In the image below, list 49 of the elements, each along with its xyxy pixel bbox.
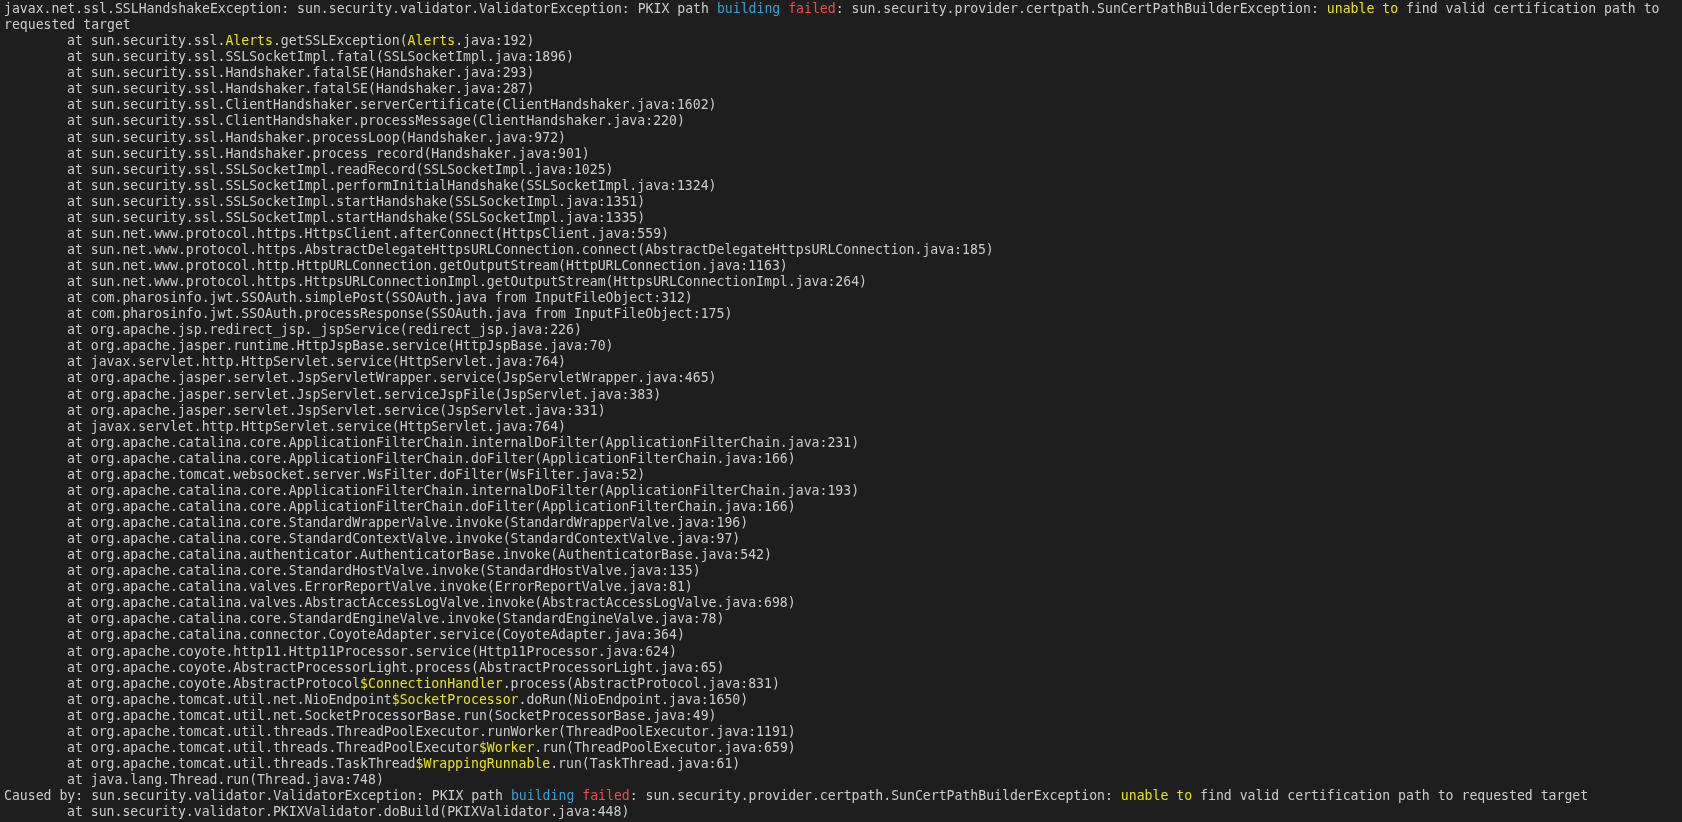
stack-trace-line: at org.apache.coyote.AbstractProtocol$ConnectionHandler.process(AbstractProtocol.java:831)	[67, 675, 780, 691]
stack-trace-line: at com.pharosinfo.jwt.SSOAuth.simplePost(SSOAuth.java from InputFileObject:312)	[67, 290, 693, 306]
stack-trace-line: at org.apache.catalina.core.StandardContextValve.invoke(StandardContextValve.java:97)	[67, 531, 741, 547]
stack-trace-line: at sun.security.ssl.SSLSocketImpl.readRecord(SSLSocketImpl.java:1025)	[67, 161, 614, 177]
stack-trace-line: at org.apache.jasper.servlet.JspServletWrapper.service(JspServletWrapper.java:465)	[67, 370, 717, 386]
stack-trace-line: at org.apache.catalina.core.StandardHostValve.invoke(StandardHostValve.java:135)	[67, 563, 701, 579]
stack-trace-line: at org.apache.catalina.valves.AbstractAccessLogValve.invoke(AbstractAccessLogValve.java:698)	[67, 595, 796, 611]
stack-trace-line: at org.apache.jasper.servlet.JspServlet.service(JspServlet.java:331)	[67, 402, 606, 418]
stack-trace-line: at org.apache.jsp.redirect_jsp._jspService(redirect_jsp.java:226)	[67, 322, 582, 338]
stack-trace-line: at sun.security.ssl.Handshaker.fatalSE(Handshaker.java:293)	[67, 65, 535, 81]
stack-trace-line: at java.lang.Thread.run(Thread.java:748)	[67, 772, 384, 787]
stack-trace-line: at org.apache.tomcat.util.threads.ThreadPoolExecutor$Worker.run(ThreadPoolExecutor.java:659)	[67, 739, 796, 755]
stack-trace-line: at sun.security.ssl.Handshaker.processLoop(Handshaker.java:972)	[67, 129, 566, 145]
stack-trace-line: at org.apache.tomcat.util.net.NioEndpoint$SocketProcessor.doRun(NioEndpoint.java:1650)	[67, 691, 749, 707]
stack-trace-line: at javax.servlet.http.HttpServlet.service(HttpServlet.java:764)	[67, 354, 566, 370]
stack-trace-line: at org.apache.catalina.core.StandardEngineValve.invoke(StandardEngineValve.java:78)	[67, 611, 725, 627]
stack-trace-line: at sun.net.www.protocol.https.HttpsURLConnectionImpl.getOutputStream(HttpsURLConnectionImpl.java:264)	[67, 274, 867, 290]
stack-trace-line: at org.apache.catalina.core.ApplicationFilterChain.doFilter(ApplicationFilterChain.java:166)	[67, 498, 796, 514]
stack-trace-line: at org.apache.tomcat.websocket.server.WsFilter.doFilter(WsFilter.java:52)	[67, 466, 646, 482]
stack-trace-line: at org.apache.catalina.valves.ErrorReportValve.invoke(ErrorReportValve.java:81)	[67, 579, 693, 595]
stack-trace-line: at sun.net.www.protocol.https.HttpsClient.afterConnect(HttpsClient.java:559)	[67, 225, 669, 241]
stack-trace-line: Caused by: sun.security.validator.ValidatorException: PKIX path building failed: sun.security.provider.certpath.SunCertPathBuilderException: unable to find valid certification path to requested target	[4, 788, 1589, 804]
stack-trace-line: at org.apache.tomcat.util.threads.TaskThread$WrappingRunnable.run(TaskThread.java:61)	[67, 755, 741, 771]
stack-trace-line: at sun.security.ssl.ClientHandshaker.processMessage(ClientHandshaker.java:220)	[67, 113, 685, 129]
stack-trace-line: at org.apache.catalina.connector.CoyoteAdapter.service(CoyoteAdapter.java:364)	[67, 627, 685, 643]
stack-trace-line: at org.apache.coyote.http11.Http11Processor.service(Http11Processor.java:624)	[67, 643, 677, 659]
stack-trace-line: at org.apache.coyote.AbstractProcessorLight.process(AbstractProcessorLight.java:65)	[67, 659, 725, 675]
stack-trace-line: at sun.net.www.protocol.https.AbstractDelegateHttpsURLConnection.connect(AbstractDelegateHttpsURLConnection.java:185)	[67, 241, 994, 257]
stack-trace-line: at sun.security.ssl.Alerts.getSSLException(Alerts.java:192)	[67, 33, 535, 49]
stack-trace-line: at org.apache.catalina.core.ApplicationFilterChain.internalDoFilter(ApplicationFilterChain.java:231)	[67, 434, 860, 450]
stack-trace-line: at org.apache.catalina.authenticator.AuthenticatorBase.invoke(AuthenticatorBase.java:542)	[67, 547, 772, 563]
stack-trace-line: at com.pharosinfo.jwt.SSOAuth.processResponse(SSOAuth.java from InputFileObject:175)	[67, 306, 733, 322]
stack-trace-line: at org.apache.jasper.runtime.HttpJspBase.service(HttpJspBase.java:70)	[67, 338, 614, 354]
stack-trace-line: at sun.security.ssl.SSLSocketImpl.fatal(SSLSocketImpl.java:1896)	[67, 49, 574, 65]
stack-trace-line: at org.apache.tomcat.util.threads.ThreadPoolExecutor.runWorker(ThreadPoolExecutor.java:1191)	[67, 723, 796, 739]
stack-trace-line: at org.apache.catalina.core.ApplicationFilterChain.doFilter(ApplicationFilterChain.java:166)	[67, 450, 796, 466]
stack-trace-line: at org.apache.jasper.servlet.JspServlet.serviceJspFile(JspServlet.java:383)	[67, 386, 662, 402]
stack-trace-line: at javax.servlet.http.HttpServlet.service(HttpServlet.java:764)	[67, 418, 566, 434]
stack-trace-line: at sun.net.www.protocol.http.HttpURLConnection.getOutputStream(HttpURLConnection.java:1163)	[67, 258, 788, 273]
stack-trace-line: at sun.security.ssl.SSLSocketImpl.startHandshake(SSLSocketImpl.java:1335)	[67, 209, 646, 225]
stack-trace-line: at sun.security.ssl.Handshaker.fatalSE(Handshaker.java:287)	[67, 81, 535, 97]
stack-trace-line: at org.apache.catalina.core.StandardWrapperValve.invoke(StandardWrapperValve.java:196)	[67, 515, 749, 530]
stack-trace-line: at sun.security.ssl.SSLSocketImpl.startHandshake(SSLSocketImpl.java:1351)	[67, 193, 646, 209]
stack-trace-line: at org.apache.catalina.core.ApplicationFilterChain.internalDoFilter(ApplicationFilterChain.java:193)	[67, 482, 860, 498]
stack-trace-line: at sun.security.ssl.ClientHandshaker.serverCertificate(ClientHandshaker.java:1602)	[67, 97, 717, 113]
stack-trace-line: at sun.security.ssl.Handshaker.process_record(Handshaker.java:901)	[67, 145, 590, 161]
stack-trace-line: at sun.security.validator.PKIXValidator.doBuild(PKIXValidator.java:448)	[67, 804, 630, 820]
stack-trace-line: at org.apache.tomcat.util.net.SocketProcessorBase.run(SocketProcessorBase.java:49)	[67, 707, 717, 723]
stack-trace-line: at sun.security.ssl.SSLSocketImpl.performInitialHandshake(SSLSocketImpl.java:1324)	[67, 177, 717, 193]
